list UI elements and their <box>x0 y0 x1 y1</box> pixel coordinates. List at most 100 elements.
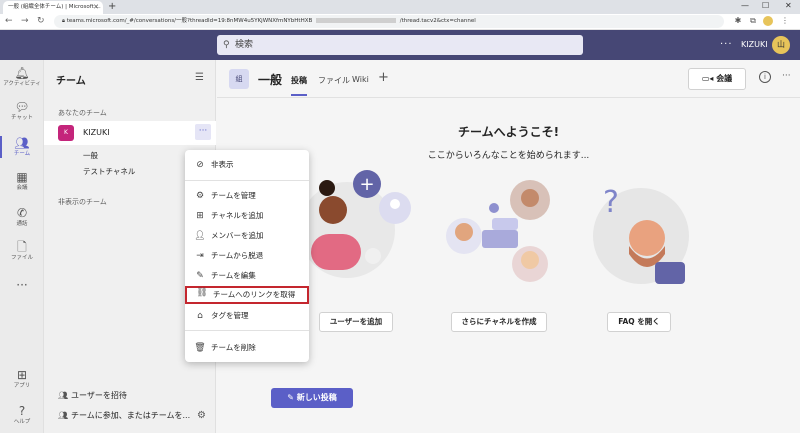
illus-person-head <box>629 220 665 256</box>
menu-item-delete-team[interactable]: 🗑︎ チームを削除 <box>185 339 309 357</box>
appbar-label: アプリ <box>13 383 31 389</box>
browser-menu-icon[interactable]: ⋮ <box>780 16 790 26</box>
avatar[interactable]: 山 <box>772 36 790 54</box>
appbar-apps[interactable]: ⊞ アプリ <box>0 368 44 390</box>
extensions-puzzle-icon[interactable]: ⧉ <box>748 16 758 26</box>
back-icon[interactable]: ← <box>5 15 13 28</box>
appbar-activity[interactable]: 🔔︎ アクティビティ <box>0 66 44 88</box>
tab-close-icon[interactable]: ✕ <box>93 1 99 14</box>
invite-people-button[interactable]: 👥︎ ユーザーを招待 <box>58 390 127 401</box>
appbar-files[interactable]: 🗋 ファイル <box>0 240 44 262</box>
team-more-options-button[interactable]: ··· <box>195 124 211 140</box>
open-faq-button[interactable]: FAQ を開く <box>607 312 671 332</box>
add-users-button[interactable]: ユーザーを追加 <box>319 312 393 332</box>
menu-item-add-member[interactable]: 👤︎ メンバーを追加 <box>185 227 309 245</box>
leave-icon: ⇥ <box>196 251 204 261</box>
create-channels-illustration <box>446 180 550 282</box>
meet-button[interactable]: ▭◂ 会議 <box>688 68 746 90</box>
team-avatar: K <box>58 125 74 141</box>
appbar-label: ヘルプ <box>13 419 31 425</box>
channel-item[interactable]: テストチャネル <box>83 166 135 177</box>
appbar-chat[interactable]: 💬︎ チャット <box>0 100 44 122</box>
new-post-label: 新しい投稿 <box>296 393 337 402</box>
menu-item-label: メンバーを追加 <box>211 231 264 240</box>
tab-posts[interactable]: 投稿 <box>291 75 307 96</box>
more-options-icon[interactable]: ··· <box>782 71 791 81</box>
menu-item-label: チームを管理 <box>211 191 256 200</box>
illus-person-shirt <box>655 262 685 284</box>
reload-icon[interactable]: ↻ <box>37 15 45 28</box>
illus-person-hair <box>319 180 335 196</box>
add-tab-icon[interactable]: + <box>378 70 389 85</box>
user-icon <box>390 199 400 209</box>
people-icon: 👥︎ <box>58 391 69 400</box>
profile-icon[interactable] <box>763 16 773 26</box>
minimize-icon[interactable]: — <box>741 0 749 12</box>
add-channel-icon: ⊞ <box>196 211 204 221</box>
appbar-help[interactable]: ? ヘルプ <box>0 404 44 426</box>
filter-icon[interactable]: ☰ <box>195 72 204 83</box>
appbar-label: ファイル <box>10 255 33 261</box>
extension-icon[interactable]: ✱ <box>733 16 743 26</box>
appbar-calendar[interactable]: ▦ 会議 <box>0 170 44 192</box>
url-prefix: teams.microsoft.com/_#/conversations/一般?… <box>66 18 313 24</box>
appbar-teams[interactable]: 👥︎ チーム <box>0 136 44 158</box>
app-bar: 🔔︎ アクティビティ 💬︎ チャット 👥︎ チーム ▦ 会議 ✆ 通話 🗋 ファ… <box>0 60 44 433</box>
appbar-more[interactable]: ··· <box>0 278 44 292</box>
menu-item-edit-team[interactable]: ✎ チームを編集 <box>185 267 309 285</box>
channel-header: 組 一般 投稿 ファイル Wiki + ▭◂ 会議 i ··· <box>217 60 800 98</box>
browser-tabstrip: 一般 (組織全体チーム) | Microsoft ... ✕ + — ☐ ✕ <box>0 0 800 14</box>
menu-item-label: チームを編集 <box>211 271 256 280</box>
more-options-icon[interactable]: ··· <box>720 40 733 50</box>
teams-icon: 👥︎ <box>14 136 30 150</box>
illus-dot <box>365 248 381 264</box>
location-pin-icon <box>489 203 499 213</box>
menu-item-manage-tags[interactable]: ⌂ タグを管理 <box>185 307 309 325</box>
info-icon[interactable]: i <box>759 71 771 83</box>
illus-chat-bubble <box>482 230 518 248</box>
gear-icon[interactable]: ⚙ <box>197 410 206 421</box>
new-post-button[interactable]: ✎ 新しい投稿 <box>271 388 353 408</box>
maximize-icon[interactable]: ☐ <box>762 0 769 12</box>
chat-icon: 💬︎ <box>14 100 30 114</box>
browser-tab[interactable]: 一般 (組織全体チーム) | Microsoft ... ✕ <box>3 1 103 14</box>
menu-item-label: チームへのリンクを取得 <box>213 290 296 299</box>
phone-icon: ✆ <box>16 206 28 220</box>
search-input[interactable]: ⚲ 検索 <box>217 35 583 55</box>
address-bar[interactable]: 🔒︎ teams.microsoft.com/_#/conversations/… <box>54 15 724 28</box>
meet-label: 会議 <box>716 74 733 83</box>
menu-item-add-channel[interactable]: ⊞ チャネルを追加 <box>185 207 309 225</box>
appbar-calls[interactable]: ✆ 通話 <box>0 206 44 228</box>
menu-item-leave-team[interactable]: ⇥ チームから脱退 <box>185 247 309 265</box>
question-icon: ? <box>603 185 619 220</box>
channel-title: 一般 <box>258 73 283 87</box>
create-channel-button[interactable]: さらにチャネルを作成 <box>451 312 547 332</box>
new-tab-icon[interactable]: + <box>108 0 116 13</box>
add-member-icon: 👤︎ <box>194 231 206 241</box>
video-icon: ▭◂ <box>701 74 714 83</box>
tab-wiki[interactable]: Wiki <box>352 75 369 84</box>
tag-icon: ⌂ <box>197 311 203 321</box>
window-close-icon[interactable]: ✕ <box>785 0 792 12</box>
forward-icon[interactable]: → <box>21 15 29 28</box>
join-team-icon: 👥︎ <box>58 411 69 420</box>
file-icon: 🗋 <box>17 240 27 254</box>
menu-item-hide[interactable]: ⊘ 非表示 <box>185 156 309 174</box>
calendar-icon: ▦ <box>16 170 28 184</box>
lock-icon: 🔒︎ <box>62 18 65 24</box>
join-team-button[interactable]: 👥︎ チームに参加、またはチームを... <box>58 410 190 421</box>
menu-item-label: タグを管理 <box>211 311 249 320</box>
menu-item-label: チームから脱退 <box>211 251 264 260</box>
panel-title: チーム <box>56 76 86 87</box>
channel-item[interactable]: 一般 <box>83 150 98 161</box>
illus-person-head <box>319 196 347 224</box>
your-teams-label: あなたのチーム <box>58 109 107 117</box>
team-row[interactable]: K KIZUKI ··· <box>44 121 216 145</box>
invite-label: ユーザーを招待 <box>71 391 127 400</box>
teams-header: ⚲ 検索 ··· KIZUKI 山 <box>0 30 800 60</box>
welcome-title: チームへようこそ! <box>457 125 560 139</box>
menu-item-get-link[interactable]: ⛓ チームへのリンクを取得 <box>185 286 309 304</box>
hidden-teams-label[interactable]: 非表示のチーム <box>58 197 107 207</box>
menu-item-manage-team[interactable]: ⚙ チームを管理 <box>185 187 309 205</box>
tab-files[interactable]: ファイル <box>318 75 350 86</box>
